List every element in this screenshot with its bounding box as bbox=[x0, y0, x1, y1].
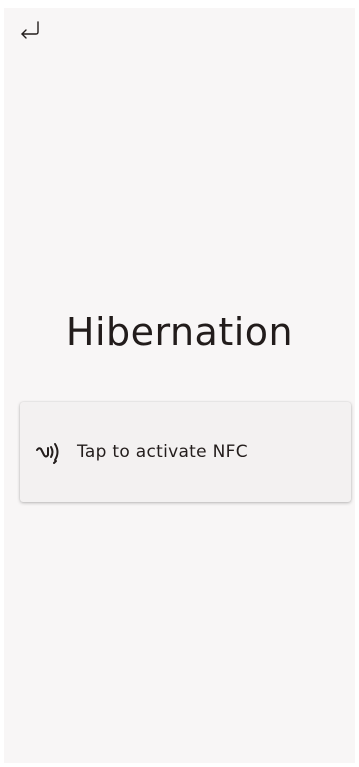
return-arrow-icon bbox=[19, 20, 41, 40]
nfc-card-label: Tap to activate NFC bbox=[77, 442, 248, 462]
nfc-icon bbox=[35, 439, 63, 465]
back-button[interactable] bbox=[18, 18, 42, 42]
page-title: Hibernation bbox=[65, 310, 294, 354]
hibernation-screen: Hibernation Tap to activate NFC bbox=[4, 8, 355, 763]
activate-nfc-button[interactable]: Tap to activate NFC bbox=[20, 402, 351, 502]
